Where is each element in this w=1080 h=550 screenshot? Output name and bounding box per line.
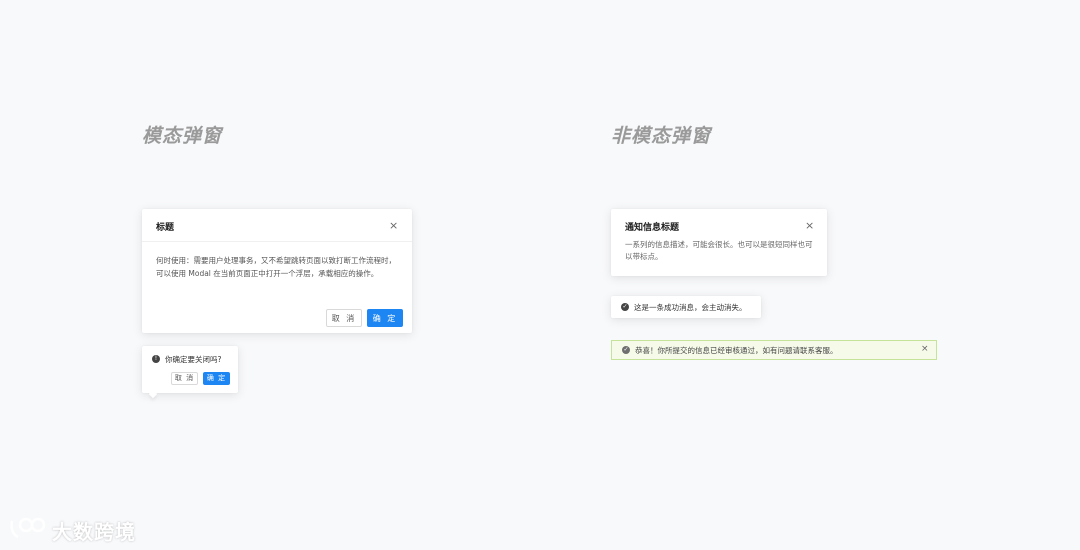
- success-message-text: 这是一条成功消息，会主动消失。: [634, 303, 747, 312]
- modal-ok-button[interactable]: 确 定: [367, 309, 403, 327]
- popconfirm-message: 你确定要关闭吗?: [165, 355, 222, 364]
- notification-close-icon[interactable]: ×: [805, 220, 814, 231]
- modal-section-title: 模态弹窗: [142, 125, 223, 147]
- modal-cancel-button[interactable]: 取 消: [326, 309, 362, 327]
- modal-title: 标题: [156, 223, 175, 233]
- exclamation-circle-icon: !: [152, 355, 160, 363]
- modal-close-icon[interactable]: ×: [389, 220, 398, 231]
- success-message: ✓ 这是一条成功消息，会主动消失。: [611, 296, 761, 318]
- popconfirm-arrow: [148, 389, 158, 399]
- non-modal-section-title: 非模态弹窗: [611, 125, 712, 147]
- success-alert: ✓ 恭喜！你所提交的信息已经审核通过，如有问题请联系客服。 ×: [611, 340, 937, 360]
- watermark-logo: [8, 515, 50, 541]
- modal-header-divider: [142, 241, 412, 242]
- success-alert-text: 恭喜！你所提交的信息已经审核通过，如有问题请联系客服。: [635, 346, 838, 355]
- popconfirm: ! 你确定要关闭吗? 取 消 确 定: [142, 346, 238, 399]
- notification: 通知信息标题 × 一系列的信息描述，可能会很长。也可以是很短同样也可以带标点。: [611, 209, 827, 276]
- notification-description: 一系列的信息描述，可能会很长。也可以是很短同样也可以带标点。: [625, 240, 813, 261]
- popconfirm-cancel-button[interactable]: 取 消: [171, 372, 198, 385]
- modal-body-text: 何时使用：需要用户处理事务，又不希望跳转页面以致打断工作流程时，可以使用 Mod…: [156, 256, 396, 278]
- popconfirm-ok-button[interactable]: 确 定: [203, 372, 230, 385]
- check-circle-icon: ✓: [622, 346, 630, 354]
- notification-title: 通知信息标题: [625, 223, 680, 233]
- modal-dialog: 标题 × 何时使用：需要用户处理事务，又不希望跳转页面以致打断工作流程时，可以使…: [142, 209, 412, 333]
- watermark-text: 大数跨境: [52, 520, 136, 544]
- alert-close-icon[interactable]: ×: [921, 345, 929, 354]
- check-circle-icon: ✓: [621, 303, 629, 311]
